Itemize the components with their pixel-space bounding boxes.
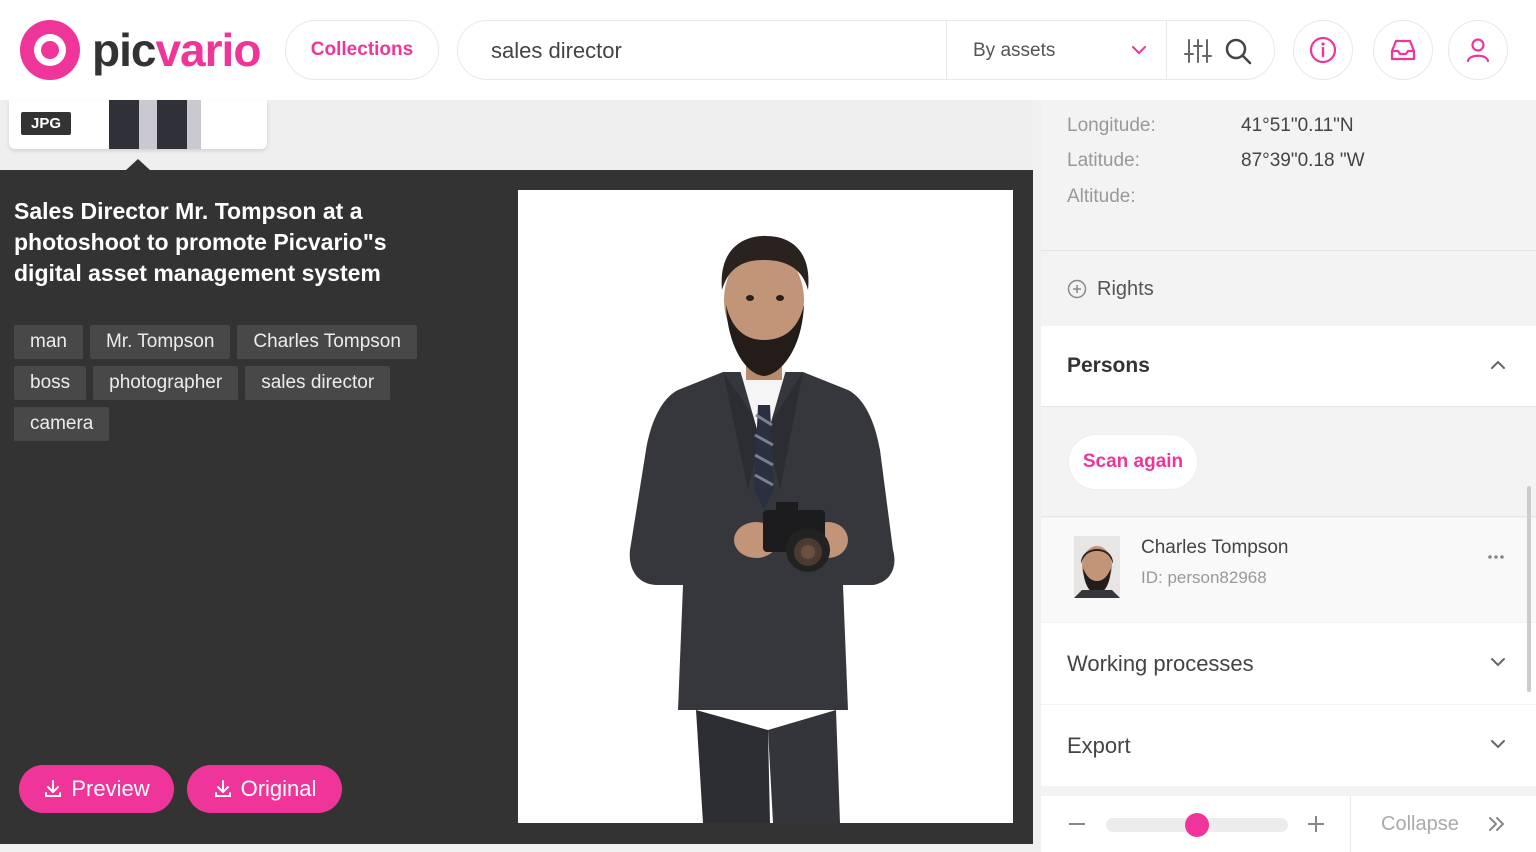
search-bar: sales director By assets (457, 20, 1275, 80)
zoom-slider-handle[interactable] (1185, 813, 1209, 837)
download-preview-label: Preview (71, 776, 150, 801)
persons-title: Persons (1067, 354, 1150, 377)
zoom-in-icon[interactable] (1307, 815, 1325, 833)
tag[interactable]: photographer (93, 366, 239, 400)
tag-list: man Mr. Tompson Charles Tompson boss pho… (14, 325, 454, 441)
search-divider (946, 21, 947, 79)
chevron-down-icon[interactable] (1130, 41, 1148, 59)
divider (1041, 406, 1536, 407)
picvario-logo[interactable]: picvario (20, 20, 261, 80)
zoom-out-icon[interactable] (1068, 815, 1086, 833)
scan-again-button[interactable]: Scan again (1068, 434, 1198, 490)
tag[interactable]: camera (14, 407, 110, 441)
plus-circle-icon (1067, 279, 1087, 299)
thumbnail-image (109, 100, 201, 149)
export-section[interactable]: Export (1041, 705, 1536, 786)
tag[interactable]: boss (14, 366, 87, 400)
longitude-label: Longitude: (1067, 115, 1156, 136)
chevron-down-icon (1491, 740, 1505, 749)
double-chevron-right-icon[interactable] (1488, 815, 1506, 833)
altitude-label: Altitude: (1067, 186, 1136, 207)
inbox-button[interactable] (1373, 20, 1433, 80)
logo-mark-icon (20, 20, 80, 80)
info-button[interactable] (1293, 20, 1353, 80)
more-options-icon[interactable] (1487, 554, 1505, 560)
format-badge: JPG (21, 112, 71, 135)
profile-button[interactable] (1448, 20, 1508, 80)
rights-label: Rights (1097, 277, 1154, 300)
tag[interactable]: Charles Tompson (237, 325, 417, 359)
longitude-value: 41°51"0.11"N (1241, 115, 1354, 136)
working-processes-section[interactable]: Working processes (1041, 623, 1536, 704)
asset-info-sidebar: Longitude: 41°51"0.11"N Latitude: 87°39"… (1041, 100, 1536, 852)
divider (1350, 796, 1351, 852)
logo-text: picvario (92, 24, 261, 76)
tag[interactable]: man (14, 325, 83, 359)
person-id: ID: person82968 (1141, 568, 1267, 587)
businessman-photo (629, 235, 895, 823)
tag[interactable]: sales director (245, 366, 391, 400)
person-item[interactable]: Charles Tompson ID: person82968 (1041, 518, 1536, 622)
working-processes-title: Working processes (1067, 651, 1254, 676)
download-original-label: Original (240, 776, 317, 801)
download-icon (45, 780, 62, 797)
divider (1041, 516, 1536, 517)
persons-section-header[interactable]: Persons (1041, 326, 1536, 406)
chevron-up-icon (1491, 360, 1505, 369)
zoom-footer: Collapse (1041, 796, 1536, 852)
filters-icon[interactable] (1183, 36, 1213, 66)
search-icon[interactable] (1223, 36, 1253, 66)
zoom-slider[interactable] (1106, 813, 1288, 837)
search-input[interactable]: sales director (491, 21, 622, 81)
selection-pointer (126, 159, 150, 170)
chevron-down-icon (1491, 658, 1505, 667)
latitude-label: Latitude: (1067, 150, 1140, 171)
avatar (1074, 536, 1120, 598)
asset-title: Sales Director Mr. Tompson at a photosho… (14, 198, 387, 286)
download-original-button[interactable]: Original (187, 765, 342, 813)
top-header: picvario Collections sales director By a… (0, 0, 1536, 100)
person-name: Charles Tompson (1141, 537, 1289, 558)
info-icon (1309, 36, 1337, 64)
collections-button[interactable]: Collections (285, 20, 439, 80)
user-icon (1466, 38, 1490, 63)
asset-image (518, 190, 1013, 823)
inbox-icon (1390, 39, 1416, 61)
download-preview-button[interactable]: Preview (19, 765, 174, 813)
download-icon (214, 780, 231, 797)
selected-thumbnail[interactable]: JPG (9, 100, 267, 149)
rights-toggle[interactable]: Rights (1067, 276, 1154, 302)
collapse-button[interactable]: Collapse (1381, 796, 1459, 852)
latitude-value: 87°39"0.18 "W (1241, 150, 1365, 171)
search-divider (1166, 21, 1167, 79)
sidebar-scrollbar[interactable] (1527, 486, 1531, 692)
export-title: Export (1067, 733, 1131, 758)
search-scope-select[interactable]: By assets (973, 21, 1055, 81)
divider (1041, 250, 1536, 251)
tag[interactable]: Mr. Tompson (89, 325, 231, 359)
